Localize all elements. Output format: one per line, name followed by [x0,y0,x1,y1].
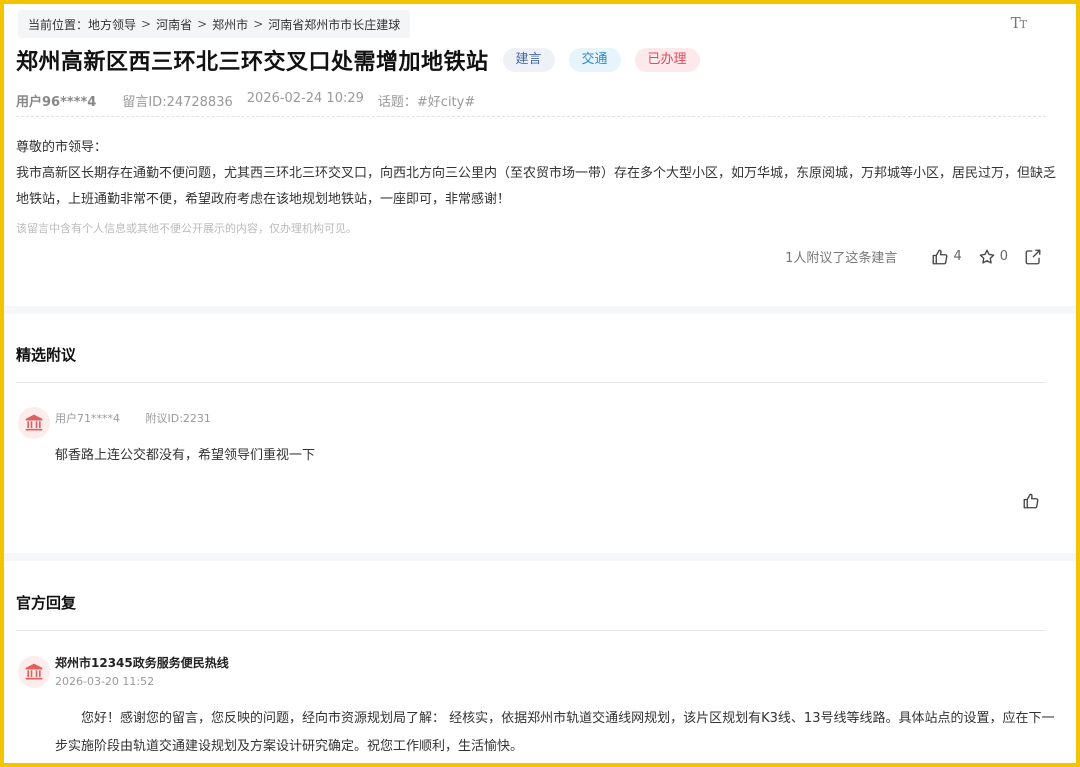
reply-text: 您好！感谢您的留言，您反映的问题，经向市资源规划局了解： 经核实，依据郑州市轨道… [55,711,1055,754]
category-tag: 交通 [568,48,621,72]
breadcrumb-separator: > [253,17,264,31]
featured-section-title: 精选附议 [16,346,77,364]
avatar [18,407,50,439]
breadcrumb-item-local-leaders[interactable]: 地方领导 [88,16,136,33]
page-frame: 当前位置： 地方领导 > 河南省 > 郑州市 > 河南省郑州市市长庄建球 TT … [0,0,1080,767]
comment-meta: 用户71****4 附议ID:2231 [55,410,233,426]
message-greeting: 尊敬的市领导： [16,140,108,155]
like-button[interactable]: 4 [931,248,962,266]
section-divider-band [4,553,1076,561]
official-reply-section-title: 官方回复 [16,594,77,612]
breadcrumb-item-city[interactable]: 郑州市 [212,16,248,33]
share-button[interactable] [1024,248,1046,266]
comment-id: 附议ID:2231 [145,412,211,425]
star-icon [979,249,994,264]
divider [16,630,1046,631]
thumbs-up-icon [1023,493,1039,509]
page-title: 郑州高新区西三环北三环交叉口处需增加地铁站 [16,50,489,75]
comment-like-button[interactable] [1022,492,1040,514]
share-icon [1025,249,1041,264]
reply-date: 2026-03-20 11:52 [55,675,155,688]
author-name: 用户96****4 [16,95,97,110]
breadcrumb-separator: > [197,17,208,31]
message-datetime: 2026-02-24 10:29 [246,91,364,106]
message-actions: 1人附议了这条建言 4 0 [785,247,1046,266]
message-meta: 用户96****4 留言ID:24728836 2026-02-24 10:29… [16,91,489,110]
comment-text: 郁香路上连公交都没有，希望领导们重视一下 [55,448,316,463]
reply-org-name: 郑州市12345政务服务便民热线 [55,656,229,670]
section-divider-band [4,306,1076,314]
endorse-count-text: 1人附议了这条建言 [785,251,898,266]
favorite-button[interactable]: 0 [978,248,1008,266]
breadcrumb: 当前位置： 地方领导 > 河南省 > 郑州市 > 河南省郑州市市长庄建球 [18,10,411,38]
avatar [18,656,50,688]
government-building-icon [25,414,43,431]
message-body: 尊敬的市领导： 我市高新区长期存在通勤不便问题，尤其西三环北三环交叉口，向西北方… [16,135,1056,213]
title-row: 郑州高新区西三环北三环交叉口处需增加地铁站 建言 交通 已办理 [16,44,700,76]
message-text: 我市高新区长期存在通勤不便问题，尤其西三环北三环交叉口，向西北方向三公里内（至农… [16,166,1057,207]
divider [16,382,1046,383]
message-id: 留言ID:24728836 [122,95,233,110]
breadcrumb-item-province[interactable]: 河南省 [156,16,192,33]
type-tag: 建言 [502,48,555,72]
breadcrumb-prefix: 当前位置： [28,17,89,32]
font-size-toggle-icon[interactable]: TT [1011,14,1027,32]
like-count: 4 [953,249,962,264]
message-topic[interactable]: 话题：#好city# [378,91,475,110]
government-building-icon [25,663,43,680]
favorite-count: 0 [999,249,1008,264]
breadcrumb-separator: > [141,17,152,31]
divider [16,116,1046,117]
breadcrumb-item-mayor[interactable]: 河南省郑州市市长庄建球 [268,16,400,33]
comment-author: 用户71****4 [55,412,120,425]
thumbs-up-icon [933,249,948,264]
privacy-note: 该留言中含有个人信息或其他不便公开展示的内容，仅办理机构可见。 [16,222,357,235]
status-badge: 已办理 [634,48,700,72]
